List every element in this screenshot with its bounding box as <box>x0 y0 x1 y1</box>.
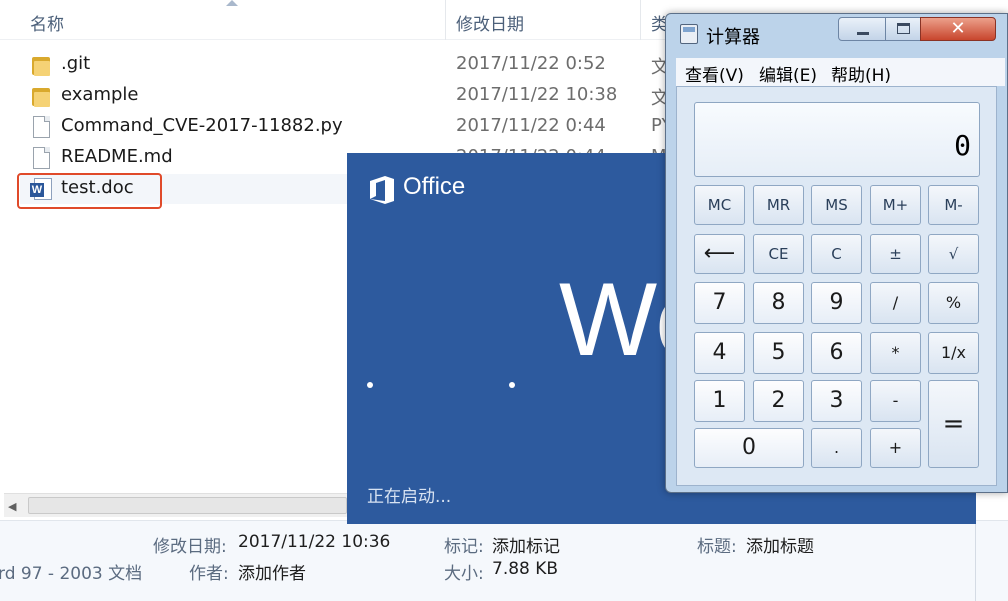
title-bar[interactable]: 计算器 ✕ <box>666 14 1007 54</box>
file-modified: 2017/11/22 10:38 <box>456 84 618 105</box>
title-value[interactable]: 添加标题 <box>746 532 814 557</box>
folder-icon <box>30 84 52 108</box>
column-name[interactable]: 名称 <box>30 10 64 35</box>
digit-8-button[interactable]: 8 <box>753 282 804 324</box>
file-type-text: rd 97 - 2003 文档 <box>0 564 143 584</box>
minimize-button[interactable] <box>838 17 886 41</box>
calculator-body: 0 MC MR MS M+ M- ⟵ CE C ± √ 7 8 9 / % 4 … <box>676 86 997 486</box>
calculator-icon <box>680 24 698 44</box>
author-label: 作者: <box>189 564 229 584</box>
author-value[interactable]: 添加作者 <box>238 559 306 584</box>
sort-ascending-icon <box>226 0 238 6</box>
menu-edit[interactable]: 编辑(E) <box>759 61 817 86</box>
office-logo-icon <box>370 176 394 204</box>
digit-4-button[interactable]: 4 <box>694 332 745 374</box>
divide-button[interactable]: / <box>870 282 921 324</box>
negate-button[interactable]: ± <box>870 234 921 274</box>
percent-button[interactable]: % <box>928 282 979 324</box>
file-name: example <box>61 84 139 105</box>
menu-view[interactable]: 查看(V) <box>685 61 744 86</box>
tags-label: 标记: <box>444 537 484 557</box>
pane-divider <box>975 521 976 601</box>
file-name: README.md <box>61 146 173 167</box>
file-name: .git <box>61 53 91 74</box>
calculator-window: 计算器 ✕ 查看(V) 编辑(E) 帮助(H) 0 MC MR MS M+ M-… <box>665 13 1008 493</box>
maximize-icon <box>897 23 910 34</box>
window-title: 计算器 <box>706 27 760 48</box>
office-brand: Office <box>403 173 466 200</box>
file-name: Command_CVE-2017-11882.py <box>61 115 343 136</box>
digit-1-button[interactable]: 1 <box>694 380 745 422</box>
file-modified: 2017/11/22 0:44 <box>456 115 606 136</box>
clear-button[interactable]: C <box>811 234 862 274</box>
digit-3-button[interactable]: 3 <box>811 380 862 422</box>
file-modified: 2017/11/22 0:52 <box>456 53 606 74</box>
markdown-file-icon <box>30 146 52 170</box>
digit-9-button[interactable]: 9 <box>811 282 862 324</box>
size-label: 大小: <box>444 564 484 584</box>
digit-0-button[interactable]: 0 <box>694 428 804 468</box>
folder-icon <box>30 53 52 77</box>
multiply-button[interactable]: * <box>870 332 921 374</box>
memory-recall-button[interactable]: MR <box>753 185 804 225</box>
clear-entry-button[interactable]: CE <box>753 234 804 274</box>
decimal-button[interactable]: . <box>811 428 862 468</box>
close-button[interactable]: ✕ <box>920 17 996 41</box>
minimize-icon <box>857 32 869 35</box>
horizontal-scrollbar[interactable]: ◀ <box>4 493 347 517</box>
maximize-button[interactable] <box>885 17 921 41</box>
subtract-button[interactable]: - <box>870 380 921 422</box>
close-icon: ✕ <box>950 18 966 39</box>
size-value: 7.88 KB <box>492 559 559 579</box>
menu-bar: 查看(V) 编辑(E) 帮助(H) <box>676 58 1005 86</box>
digit-2-button[interactable]: 2 <box>753 380 804 422</box>
memory-add-button[interactable]: M+ <box>870 185 921 225</box>
loading-dot <box>367 382 373 388</box>
backspace-button[interactable]: ⟵ <box>694 234 745 274</box>
display-value: 0 <box>954 129 971 162</box>
digit-6-button[interactable]: 6 <box>811 332 862 374</box>
add-button[interactable]: + <box>870 428 921 468</box>
equals-button[interactable]: = <box>928 380 979 468</box>
menu-help[interactable]: 帮助(H) <box>831 61 891 86</box>
column-modified[interactable]: 修改日期 <box>456 10 524 35</box>
digit-7-button[interactable]: 7 <box>694 282 745 324</box>
loading-dot <box>509 382 515 388</box>
python-file-icon <box>30 115 52 139</box>
tags-value[interactable]: 添加标记 <box>492 532 560 557</box>
column-divider[interactable] <box>445 0 446 40</box>
memory-clear-button[interactable]: MC <box>694 185 745 225</box>
modified-value: 2017/11/22 10:36 <box>238 532 391 552</box>
memory-subtract-button[interactable]: M- <box>928 185 979 225</box>
modified-label: 修改日期: <box>153 537 227 557</box>
reciprocal-button[interactable]: 1/x <box>928 332 979 374</box>
splash-status: 正在启动... <box>367 487 452 507</box>
column-divider[interactable] <box>640 0 641 40</box>
square-root-button[interactable]: √ <box>928 234 979 274</box>
highlight-annotation <box>17 173 162 209</box>
memory-store-button[interactable]: MS <box>811 185 862 225</box>
scrollbar-thumb[interactable] <box>28 497 347 514</box>
details-pane: 修改日期: 2017/11/22 10:36 标记: 添加标记 标题: 添加标题… <box>0 520 1008 601</box>
calculator-display: 0 <box>694 102 980 177</box>
scroll-left-icon[interactable]: ◀ <box>8 500 16 513</box>
title-label: 标题: <box>697 537 737 557</box>
digit-5-button[interactable]: 5 <box>753 332 804 374</box>
